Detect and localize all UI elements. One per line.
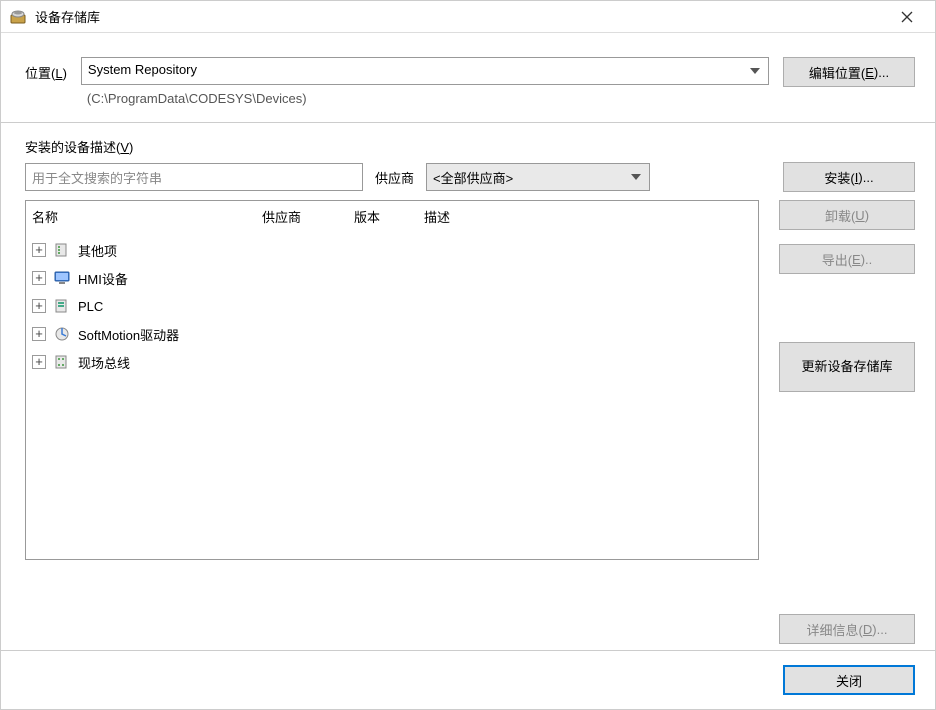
tree-node-other[interactable]: + 其他项 [30,236,754,264]
location-selected: System Repository [88,62,197,77]
supplier-selected: <全部供应商> [433,171,513,186]
tree-node-label: HMI设备 [78,269,128,288]
app-icon [9,8,27,26]
installed-label: 安装的设备描述(V) [25,137,915,156]
location-label: 位置(L) [25,57,67,82]
tree-node-fieldbus[interactable]: + 现场总线 [30,348,754,376]
col-description[interactable]: 描述 [418,205,758,228]
location-path: (C:\ProgramData\CODESYS\Devices) [81,85,769,106]
tree-node-plc[interactable]: + PLC [30,292,754,320]
main-row: 名称 供应商 版本 描述 + 其他项 [25,200,915,644]
location-center: System Repository (C:\ProgramData\CODESY… [81,57,769,106]
filter-row: 用于全文搜索的字符串 供应商 <全部供应商> 安装(I)... [25,162,915,192]
device-repository-dialog: 设备存储库 位置(L) System Repository (C:\Progra… [0,0,936,710]
expand-icon[interactable]: + [32,243,46,257]
tree-node-hmi[interactable]: + HMI设备 [30,264,754,292]
motion-icon [53,325,71,343]
edit-location-button[interactable]: 编辑位置(E)... [783,57,915,87]
bottom-bar: 关闭 [1,650,935,709]
window-title: 设备存储库 [35,7,887,26]
dialog-content: 位置(L) System Repository (C:\ProgramData\… [1,33,935,709]
tree-node-label: SoftMotion驱动器 [78,325,179,344]
monitor-icon [53,269,71,287]
fulltext-search-input[interactable]: 用于全文搜索的字符串 [25,163,363,191]
uninstall-button[interactable]: 卸载(U) [779,200,915,230]
tree-node-label: 其他项 [78,241,117,260]
expand-icon[interactable]: + [32,299,46,313]
col-vendor[interactable]: 供应商 [256,205,348,228]
bus-icon [53,353,71,371]
expand-icon[interactable]: + [32,355,46,369]
col-name[interactable]: 名称 [26,205,256,228]
tree-header: 名称 供应商 版本 描述 [26,201,758,232]
supplier-label: 供应商 [373,168,416,187]
titlebar: 设备存储库 [1,1,935,33]
location-combo[interactable]: System Repository [81,57,769,85]
tree-body: + 其他项 + HMI设备 [26,232,758,380]
close-button[interactable] [887,1,927,33]
location-row: 位置(L) System Repository (C:\ProgramData\… [1,33,935,122]
col-version[interactable]: 版本 [348,205,418,228]
close-dialog-button[interactable]: 关闭 [783,665,915,695]
tree-node-label: 现场总线 [78,353,130,372]
expand-icon[interactable]: + [32,271,46,285]
supplier-combo[interactable]: <全部供应商> [426,163,650,191]
details-button[interactable]: 详细信息(D)... [779,614,915,644]
tree-node-label: PLC [78,299,103,314]
tree-node-softmotion[interactable]: + SoftMotion驱动器 [30,320,754,348]
export-button[interactable]: 导出(E).. [779,244,915,274]
expand-icon[interactable]: + [32,327,46,341]
install-button[interactable]: 安装(I)... [783,162,915,192]
search-placeholder: 用于全文搜索的字符串 [32,171,162,186]
device-tree[interactable]: 名称 供应商 版本 描述 + 其他项 [25,200,759,560]
side-buttons: 卸载(U) 导出(E).. 更新设备存储库 详细信息(D)... [779,200,915,644]
installed-area: 安装的设备描述(V) 用于全文搜索的字符串 供应商 <全部供应商> 安装(I).… [1,123,935,650]
plc-icon [53,297,71,315]
update-repository-button[interactable]: 更新设备存储库 [779,342,915,392]
device-icon [53,241,71,259]
